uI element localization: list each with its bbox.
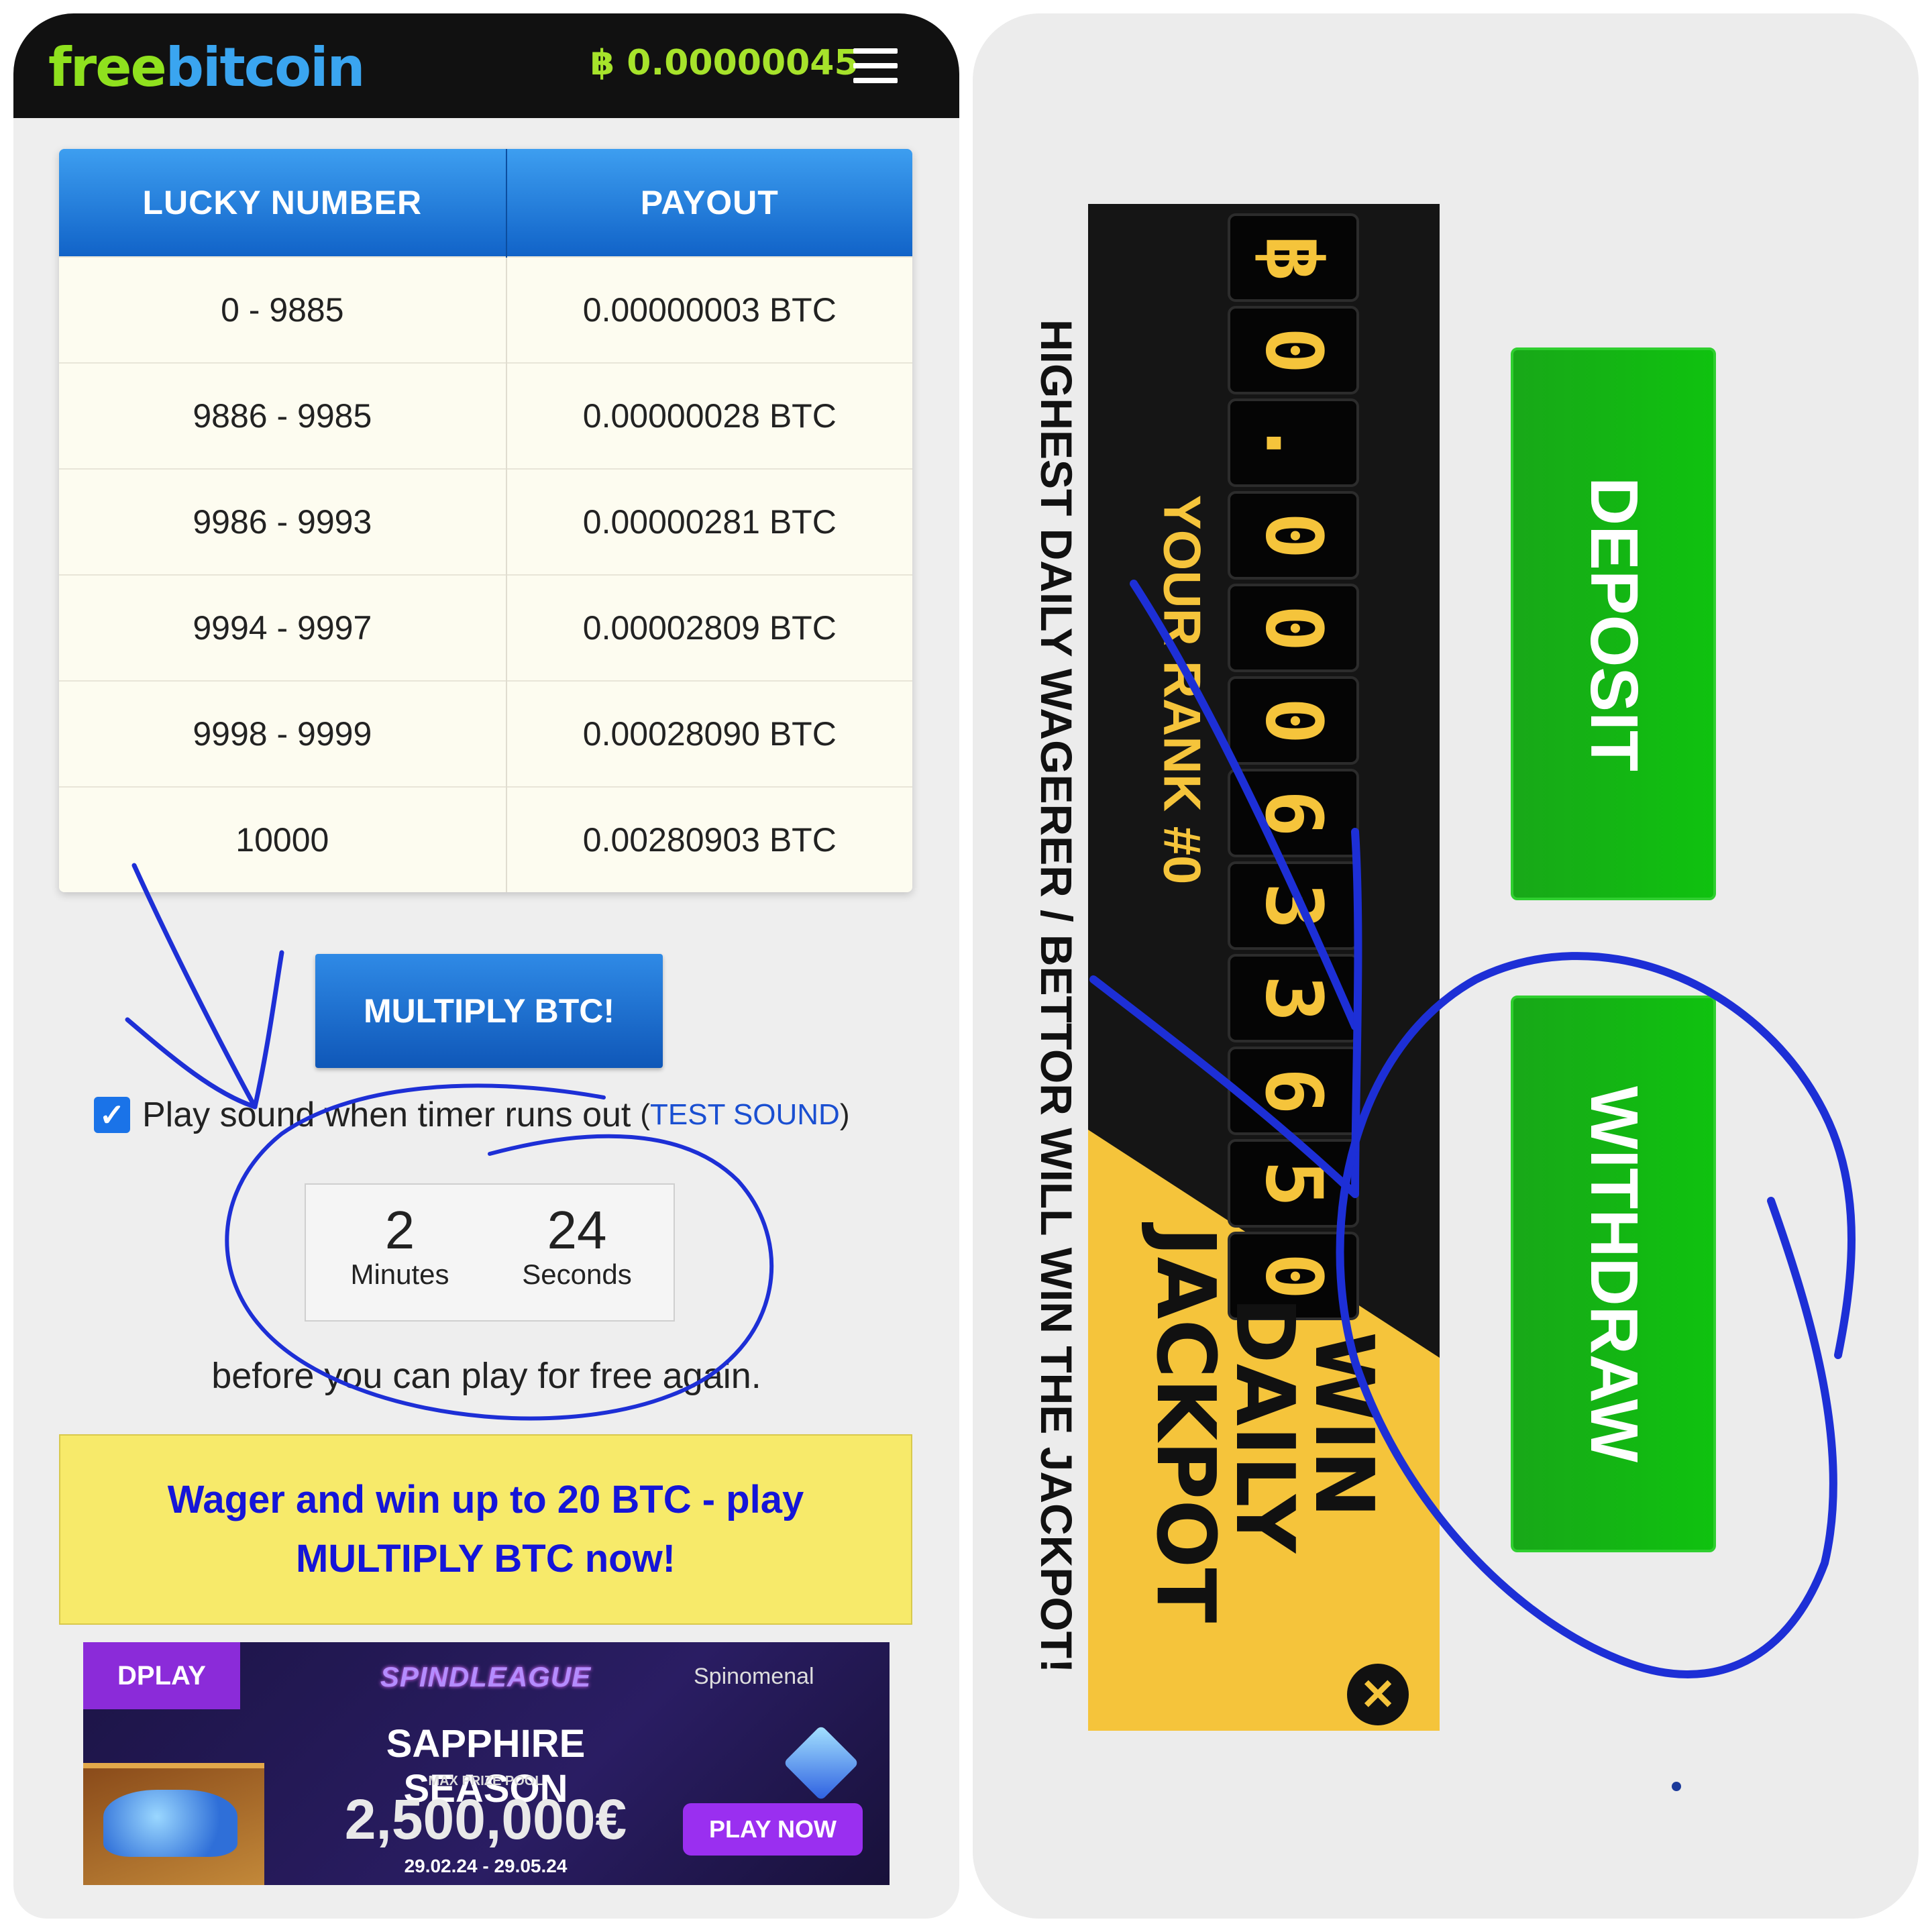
lucky-number-header: LUCKY NUMBER: [59, 149, 506, 257]
top-bar: freebitcoin ฿ 0.00000045: [13, 13, 959, 118]
payout-cell: 0.00000003 BTC: [505, 256, 912, 363]
close-icon[interactable]: ✕: [1347, 1664, 1409, 1725]
payout-table: LUCKY NUMBER PAYOUT 0 - 9885 0.00000003 …: [59, 149, 912, 892]
countdown-timer: 2 Minutes 24 Seconds: [305, 1183, 675, 1322]
timer-caption: before you can play for free again.: [211, 1356, 761, 1396]
payout-cell: 0.00000281 BTC: [505, 468, 912, 575]
play-now-button[interactable]: PLAY NOW: [683, 1803, 863, 1856]
table-row: 9998 - 9999 0.00028090 BTC: [59, 680, 912, 787]
lucky-number-cell: 10000: [59, 786, 506, 892]
jackpot-digit: 0: [1228, 491, 1359, 580]
table-row: 0 - 9885 0.00000003 BTC: [59, 256, 912, 363]
hamburger-menu-icon[interactable]: [853, 48, 898, 83]
jackpot-amount: ฿ 0 . 0 0 0 6 3 3 6 5 0: [1228, 213, 1368, 1324]
gem-icon: [783, 1725, 859, 1801]
jackpot-digit: 6: [1228, 769, 1359, 857]
withdraw-button[interactable]: WITHDRAW: [1511, 996, 1716, 1552]
jackpot-digit: 0: [1228, 306, 1359, 394]
rotated-jackpot-screen: ฿ 0 . 0 0 0 6 3 3 6 5 0 YOUR RANK #0 WIN…: [973, 13, 1919, 1919]
table-row: 9886 - 9985 0.00000028 BTC: [59, 362, 912, 469]
jackpot-digit: .: [1228, 398, 1359, 487]
dplay-logo: DPLAY: [83, 1642, 240, 1709]
jackpot-digit: ฿: [1228, 213, 1359, 302]
account-balance: ฿ 0.00000045: [590, 43, 859, 83]
sapphire-gems-image: [103, 1790, 237, 1857]
daily-jackpot-panel: ฿ 0 . 0 0 0 6 3 3 6 5 0 YOUR RANK #0 WIN…: [1088, 204, 1440, 1731]
table-row: 10000 0.00280903 BTC: [59, 786, 912, 892]
play-sound-label: Play sound when timer runs out: [142, 1095, 631, 1134]
ad-banner[interactable]: DPLAY SPINDLEAGUE Spinomenal SAPPHIRE SE…: [83, 1642, 890, 1885]
jackpot-digit: 3: [1228, 861, 1359, 950]
faucet-screen: freebitcoin ฿ 0.00000045 LUCKY NUMBER PA…: [13, 13, 959, 1919]
payout-cell: 0.00280903 BTC: [505, 786, 912, 892]
multiply-btc-button[interactable]: MULTIPLY BTC!: [315, 954, 663, 1068]
jackpot-digit: 3: [1228, 954, 1359, 1042]
spindleague-logo: SPINDLEAGUE: [380, 1661, 592, 1693]
minutes-value: 2: [384, 1200, 415, 1260]
ad-dates: 29.02.24 - 29.05.24: [404, 1856, 568, 1876]
lucky-number-cell: 9986 - 9993: [59, 468, 506, 575]
payout-header: PAYOUT: [505, 149, 912, 257]
seconds-label: Seconds: [522, 1258, 632, 1290]
play-sound-option: ✓ Play sound when timer runs out (TEST S…: [94, 1095, 849, 1135]
test-sound-link[interactable]: (TEST SOUND): [640, 1098, 849, 1132]
lucky-number-cell: 9886 - 9985: [59, 362, 506, 469]
jackpot-digit: 0: [1228, 676, 1359, 765]
table-row: 9994 - 9997 0.00002809 BTC: [59, 574, 912, 681]
timer-seconds: 24 Seconds: [510, 1202, 644, 1291]
spinomenal-logo: Spinomenal: [694, 1664, 814, 1689]
lucky-number-cell: 0 - 9885: [59, 256, 506, 363]
deposit-button[interactable]: DEPOSIT: [1511, 347, 1716, 900]
freebitcoin-logo[interactable]: freebitcoin: [48, 36, 365, 99]
wager-promo-banner[interactable]: Wager and win up to 20 BTC - play MULTIP…: [59, 1434, 912, 1625]
jackpot-rules-text: HIGHEST DAILY WAGERER / BETTOR WILL WIN …: [1032, 319, 1081, 1673]
lucky-number-cell: 9998 - 9999: [59, 680, 506, 787]
lucky-number-cell: 9994 - 9997: [59, 574, 506, 681]
win-daily-jackpot-title: WIN DAILY JACKPOT: [1138, 1226, 1390, 1623]
play-sound-checkbox[interactable]: ✓: [94, 1097, 130, 1133]
ad-prize-amount: 2,500,000€: [344, 1788, 627, 1851]
jackpot-digit: 6: [1228, 1046, 1359, 1135]
payout-cell: 0.00002809 BTC: [505, 574, 912, 681]
table-row: 9986 - 9993 0.00000281 BTC: [59, 468, 912, 575]
payout-cell: 0.00000028 BTC: [505, 362, 912, 469]
seconds-value: 24: [547, 1200, 607, 1260]
minutes-label: Minutes: [350, 1258, 449, 1290]
payout-cell: 0.00028090 BTC: [505, 680, 912, 787]
ink-dot: [1672, 1782, 1681, 1791]
jackpot-digit: 0: [1228, 584, 1359, 672]
your-rank-label: YOUR RANK #0: [1152, 494, 1212, 885]
timer-minutes: 2 Minutes: [333, 1202, 467, 1291]
jackpot-digit: 5: [1228, 1139, 1359, 1228]
